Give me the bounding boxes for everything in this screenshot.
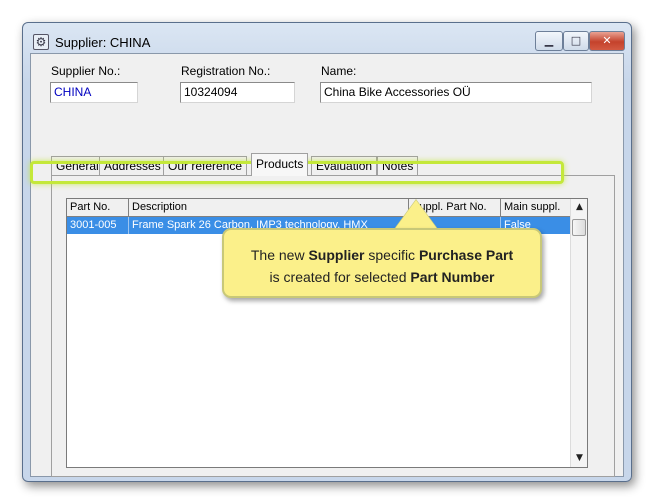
registration-no-field[interactable]: 10324094 (180, 82, 295, 103)
supplier-no-field[interactable]: CHINA (50, 82, 138, 103)
grid-header: Part No. Description Suppl. Part No. Mai… (67, 199, 571, 217)
maximize-button[interactable]: □ (563, 31, 589, 51)
column-header-description[interactable]: Description (129, 199, 409, 217)
supplier-no-label: Supplier No.: (51, 64, 121, 78)
minimize-icon: ▁ (544, 34, 554, 47)
column-header-main-suppl[interactable]: Main suppl. (501, 199, 571, 217)
vertical-scrollbar[interactable]: ▲ ▼ (570, 199, 587, 467)
instruction-callout: The new Supplier specific Purchase Part … (222, 228, 542, 298)
scroll-down-arrow-icon[interactable]: ▼ (571, 450, 588, 467)
title-bar[interactable]: ⚙ Supplier: CHINA ▁ □ ✕ (23, 23, 631, 53)
close-icon: ✕ (602, 34, 612, 47)
close-button[interactable]: ✕ (589, 31, 625, 51)
name-field[interactable]: China Bike Accessories OÜ (320, 82, 592, 103)
scroll-up-arrow-icon[interactable]: ▲ (571, 199, 588, 216)
scroll-thumb[interactable] (572, 219, 586, 236)
window-title: Supplier: CHINA (55, 35, 151, 50)
minimize-button[interactable]: ▁ (535, 31, 563, 51)
tab-products[interactable]: Products (251, 153, 309, 176)
app-gear-icon: ⚙ (33, 34, 49, 50)
callout-line-2: is created for selected Part Number (269, 269, 495, 285)
column-header-part-no[interactable]: Part No. (67, 199, 129, 217)
callout-line-1: The new Supplier specific Purchase Part (250, 247, 514, 263)
callout-pointer (394, 200, 438, 230)
maximize-icon: □ (570, 34, 582, 47)
cell-part-no: 3001-005 (67, 217, 129, 234)
registration-no-label: Registration No.: (181, 64, 271, 78)
name-label: Name: (321, 64, 357, 78)
